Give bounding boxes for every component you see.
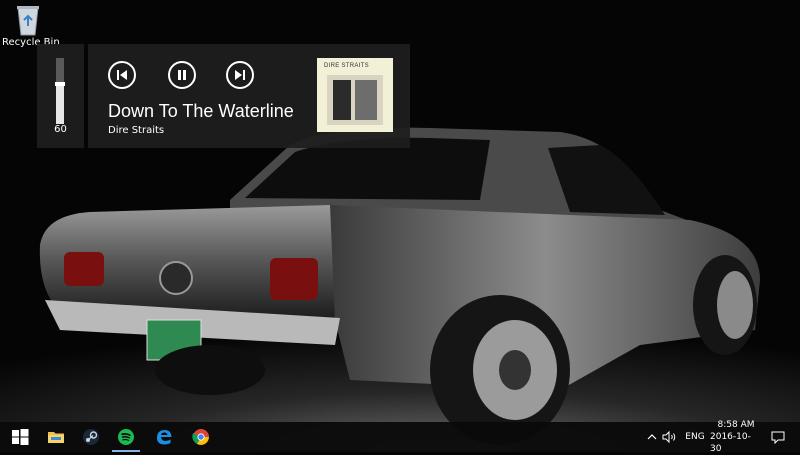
show-hidden-icons-button[interactable]: [645, 422, 659, 452]
volume-slider-fill: [56, 84, 64, 124]
chevron-up-icon: [647, 434, 657, 440]
pause-button[interactable]: [168, 61, 196, 89]
media-controls-flyout: Down To The Waterline Dire Straits DIRE …: [88, 44, 410, 148]
next-track-button[interactable]: [226, 61, 254, 89]
previous-track-button[interactable]: [108, 61, 136, 89]
taskbar-chrome[interactable]: [183, 422, 219, 452]
start-button[interactable]: [2, 422, 38, 452]
windows-icon: [12, 429, 29, 445]
pause-icon: [178, 70, 186, 80]
volume-slider[interactable]: [55, 58, 65, 124]
clock-date: 2016-10-30: [710, 432, 751, 454]
recycle-bin-icon: [17, 6, 39, 36]
track-title: Down To The Waterline: [108, 101, 294, 121]
volume-slider-thumb[interactable]: [55, 82, 65, 87]
volume-level-text: 60: [54, 124, 67, 135]
speaker-icon: [662, 431, 676, 443]
volume-flyout: 60: [37, 44, 84, 148]
action-center-button[interactable]: [767, 422, 789, 452]
chrome-icon: [192, 429, 209, 445]
track-artist: Dire Straits: [108, 125, 165, 136]
album-art: DIRE STRAITS: [317, 58, 393, 132]
tray-clock[interactable]: 8:58 AM 2016-10-30: [710, 420, 762, 454]
taskbar-edge[interactable]: [146, 422, 182, 452]
taskbar-file-explorer[interactable]: [38, 422, 74, 452]
album-art-text: DIRE STRAITS: [324, 63, 369, 69]
tray-volume-button[interactable]: [661, 422, 679, 452]
taskbar-steam[interactable]: [73, 422, 109, 452]
steam-icon: [83, 429, 99, 445]
recycle-bin-shortcut[interactable]: Recycle Bin: [2, 2, 60, 48]
notification-icon: [771, 431, 785, 444]
spotify-icon: [118, 429, 134, 445]
next-icon: [235, 70, 245, 80]
file-explorer-icon: [48, 432, 64, 443]
input-language-indicator[interactable]: ENG: [681, 422, 709, 452]
taskbar-spotify[interactable]: [108, 422, 144, 452]
clock-time: 8:58 AM: [717, 420, 755, 430]
taskbar: ENG 8:58 AM 2016-10-30: [0, 420, 800, 454]
previous-icon: [117, 70, 127, 80]
edge-icon: [157, 430, 172, 445]
